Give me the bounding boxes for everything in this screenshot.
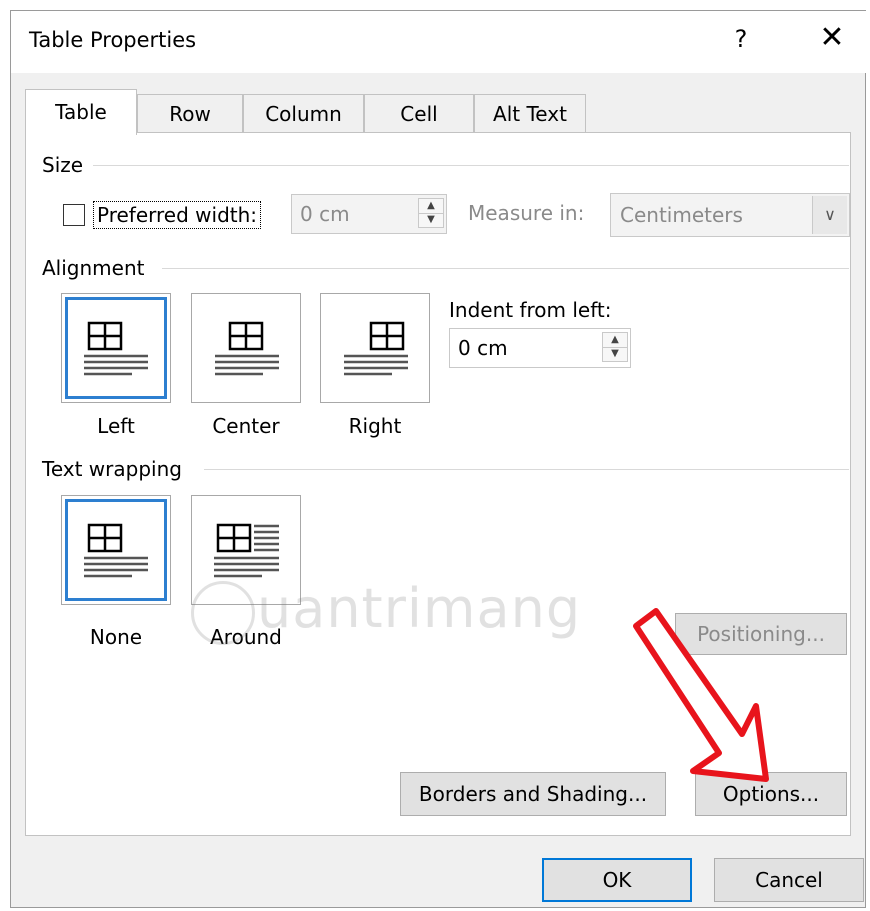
indent-from-left-value: 0 cm: [458, 336, 508, 360]
table-properties-dialog: Table Properties ? ✕ Table Row Column Ce…: [10, 10, 867, 908]
tab-cell-label: Cell: [400, 102, 438, 126]
tab-row-label: Row: [169, 102, 211, 126]
preferred-width-checkbox[interactable]: [63, 204, 85, 226]
wrap-none-icon: [84, 523, 148, 578]
measure-in-value: Centimeters: [620, 203, 743, 227]
text-wrapping-group-label: Text wrapping: [42, 457, 182, 481]
tab-column[interactable]: Column: [243, 94, 364, 132]
indent-from-left-label: Indent from left:: [449, 298, 612, 322]
tab-table[interactable]: Table: [25, 89, 137, 135]
tab-alt-text[interactable]: Alt Text: [474, 94, 586, 132]
size-group-label: Size: [42, 153, 84, 177]
help-icon[interactable]: ?: [729, 25, 753, 53]
title-bar: Table Properties ? ✕: [11, 11, 867, 73]
indent-from-left-spinner[interactable]: 0 cm ▲ ▼: [449, 328, 631, 368]
alignment-divider: [162, 268, 849, 269]
measure-in-select[interactable]: Centimeters ∨: [610, 193, 850, 237]
indent-spin-buttons[interactable]: ▲ ▼: [602, 332, 628, 362]
alignment-group-label: Alignment: [42, 256, 145, 280]
preferred-width-spinner[interactable]: 0 cm ▲ ▼: [291, 194, 447, 234]
chevron-down-icon[interactable]: ∨: [812, 196, 847, 234]
tab-cell[interactable]: Cell: [364, 94, 474, 132]
alignment-center-option[interactable]: [191, 293, 301, 403]
align-right-icon: [344, 321, 408, 376]
watermark-logo-icon: [191, 581, 255, 645]
measure-in-label: Measure in:: [468, 201, 585, 225]
spin-down-icon[interactable]: ▼: [419, 213, 443, 227]
text-wrapping-divider: [204, 469, 849, 470]
red-arrow-icon: [633, 608, 769, 782]
tab-row[interactable]: Row: [137, 94, 243, 132]
ok-button[interactable]: OK: [542, 858, 692, 902]
alignment-left-option[interactable]: [61, 293, 171, 403]
spin-down-icon[interactable]: ▼: [603, 347, 627, 361]
preferred-width-spin-buttons[interactable]: ▲ ▼: [418, 198, 444, 228]
alignment-center-label: Center: [212, 414, 280, 438]
wrapping-none-option[interactable]: [61, 495, 171, 605]
spin-up-icon[interactable]: ▲: [603, 333, 627, 348]
cancel-button[interactable]: Cancel: [714, 858, 864, 902]
align-center-icon: [215, 321, 279, 376]
close-icon[interactable]: ✕: [815, 21, 849, 55]
alignment-right-label: Right: [348, 414, 402, 438]
align-left-icon: [84, 321, 148, 376]
watermark-text: uantrimang: [257, 577, 582, 640]
tab-alt-text-label: Alt Text: [493, 102, 567, 126]
preferred-width-value: 0 cm: [300, 202, 350, 226]
spin-up-icon[interactable]: ▲: [419, 199, 443, 214]
tab-column-label: Column: [265, 102, 342, 126]
alignment-left-label: Left: [97, 414, 135, 438]
preferred-width-label: Preferred width:: [93, 201, 262, 229]
wrapping-none-label: None: [89, 625, 143, 649]
alignment-right-option[interactable]: [320, 293, 430, 403]
tab-table-label: Table: [55, 100, 107, 124]
dialog-title: Table Properties: [29, 28, 197, 52]
size-divider: [93, 165, 849, 166]
